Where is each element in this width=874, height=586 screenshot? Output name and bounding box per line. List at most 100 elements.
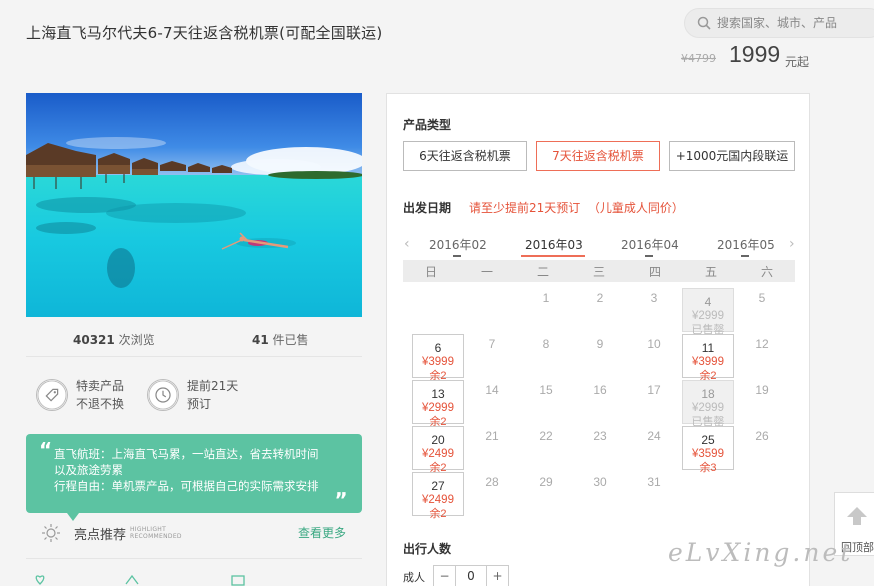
weekday-header: 日一二三四五六 <box>403 260 795 282</box>
next-month-arrow[interactable]: › <box>789 236 795 252</box>
month-tab[interactable]: 2016年05 <box>717 236 775 253</box>
weekday-label: 日 <box>424 265 437 279</box>
month-tab[interactable]: 2016年02 <box>429 236 487 253</box>
search-icon <box>697 16 711 30</box>
product-description: “ 直飞航班：上海直飞马累，一站直达，省去转机时间 以及旅途劳累 行程自由：单机… <box>26 434 362 521</box>
highlight-subtitle: HIGHLIGHT RECOMMENDED <box>130 526 182 540</box>
description-line: 行程自由：单机票产品，可根据自己的实际需求安排 <box>54 479 319 493</box>
sun-icon <box>42 524 60 542</box>
day-number: 20 <box>431 433 445 447</box>
day-number: 19 <box>755 383 769 397</box>
weekday-label: 六 <box>760 265 773 279</box>
day-price: ¥2499 <box>422 494 454 506</box>
calendar-day-available[interactable]: 25 ¥3599 余3 <box>682 426 734 474</box>
day-number: 12 <box>755 337 769 351</box>
product-photo[interactable] <box>26 93 362 317</box>
search-input[interactable] <box>717 14 867 32</box>
day-number: 13 <box>431 387 445 401</box>
departure-date-label: 出发日期 <box>403 201 452 215</box>
up-icon <box>125 574 139 585</box>
highlight-title: 亮点推荐 <box>74 528 127 543</box>
calendar-day: 5 <box>736 288 788 332</box>
calendar-day: 3 <box>628 288 680 332</box>
bottom-icon-row <box>35 574 245 586</box>
calendar-day-soldout: 4 ¥2999 已售罄 <box>682 288 734 336</box>
weekday-label: 五 <box>704 265 717 279</box>
decrease-button[interactable]: − <box>434 566 456 586</box>
tab-dot <box>645 255 653 257</box>
calendar-day: 9 <box>574 334 626 378</box>
calendar-day: 19 <box>736 380 788 424</box>
option-7day-ticket[interactable]: 7天往返含税机票 <box>536 141 660 171</box>
calendar-day: 15 <box>520 380 572 424</box>
day-number: 14 <box>485 383 499 397</box>
day-number: 6 <box>434 341 442 355</box>
adult-count[interactable]: 0 <box>456 566 486 586</box>
close-quote-icon: „ <box>334 477 348 501</box>
open-quote-icon: “ <box>39 438 53 462</box>
view-more-link[interactable]: 查看更多 <box>298 524 346 541</box>
day-number: 4 <box>704 295 712 309</box>
watermark-logo: eLvXing.net <box>668 538 854 567</box>
travelers-label: 出行人数 <box>403 542 452 556</box>
calendar-day-available[interactable]: 20 ¥2499 余2 <box>412 426 464 474</box>
divider <box>26 356 362 357</box>
clock-icon <box>147 379 179 411</box>
increase-button[interactable]: + <box>486 566 508 586</box>
month-tab-selected[interactable]: 2016年03 <box>525 236 583 253</box>
divider <box>26 558 362 559</box>
tab-dot <box>453 255 461 257</box>
day-number: 21 <box>485 429 499 443</box>
day-price: ¥2999 <box>692 310 724 322</box>
original-price: ¥4799 <box>681 52 716 65</box>
prev-month-arrow[interactable]: ‹ <box>404 236 410 252</box>
calendar-day: 1 <box>520 288 572 332</box>
tab-dot <box>741 255 749 257</box>
day-availability: 余3 <box>699 462 717 474</box>
selected-month-underline <box>521 255 585 257</box>
day-number: 7 <box>488 337 496 351</box>
calendar-day: 29 <box>520 472 572 516</box>
calendar-day: 2 <box>574 288 626 332</box>
search-box[interactable] <box>684 8 874 38</box>
day-price: ¥3599 <box>692 448 724 460</box>
product-stats: 40321 次浏览 41 件已售 <box>26 330 362 350</box>
calendar-day: 21 <box>466 426 518 470</box>
day-number: 28 <box>485 475 499 489</box>
highlight-section: 亮点推荐 HIGHLIGHT RECOMMENDED 查看更多 <box>26 521 362 545</box>
day-number: 26 <box>755 429 769 443</box>
day-number: 29 <box>539 475 553 489</box>
option-domestic-connection[interactable]: +1000元国内段联运 <box>669 141 795 171</box>
calendar-day-available[interactable]: 27 ¥2499 余2 <box>412 472 464 520</box>
day-price: ¥3999 <box>422 356 454 368</box>
calendar-day: 12 <box>736 334 788 378</box>
adult-quantity-stepper[interactable]: − 0 + <box>433 565 509 586</box>
day-number: 17 <box>647 383 661 397</box>
day-number: 8 <box>542 337 550 351</box>
calendar-day-available[interactable]: 6 ¥3999 余2 <box>412 334 464 382</box>
calendar-day: 24 <box>628 426 680 470</box>
day-number: 25 <box>701 433 715 447</box>
calendar-day: 17 <box>628 380 680 424</box>
weekday-label: 一 <box>480 265 493 279</box>
feature-advance-booking: 提前21天 预订 <box>147 377 267 417</box>
day-number: 16 <box>593 383 607 397</box>
calendar-day-available[interactable]: 11 ¥3999 余2 <box>682 334 734 382</box>
feature-special-sale: 特卖产品 不退不换 <box>36 377 156 417</box>
day-number: 10 <box>647 337 661 351</box>
day-price: ¥2499 <box>422 448 454 460</box>
booking-notes: 请至少提前21天预订 （儿童成人同价） <box>469 201 684 215</box>
calendar-day: 7 <box>466 334 518 378</box>
sold-count: 41 件已售 <box>252 333 309 347</box>
calendar-day: 22 <box>520 426 572 470</box>
calendar-day-available[interactable]: 13 ¥2999 余2 <box>412 380 464 428</box>
option-6day-ticket[interactable]: 6天往返含税机票 <box>403 141 527 171</box>
description-line: 以及旅途劳累 <box>54 463 123 477</box>
day-number: 15 <box>539 383 553 397</box>
day-number: 3 <box>650 291 658 305</box>
month-tab[interactable]: 2016年04 <box>621 236 679 253</box>
day-availability: 余2 <box>429 508 447 520</box>
calendar-day: 31 <box>628 472 680 516</box>
calendar-day: 16 <box>574 380 626 424</box>
calendar-day: 26 <box>736 426 788 470</box>
